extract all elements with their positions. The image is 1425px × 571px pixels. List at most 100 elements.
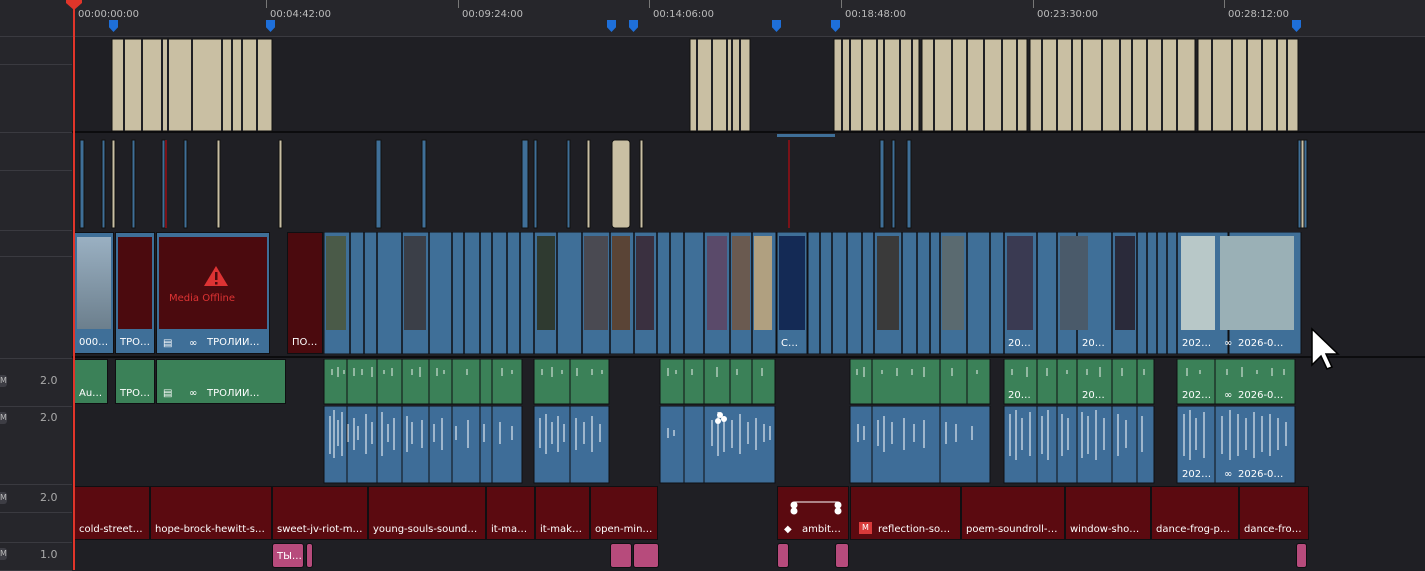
music-clip[interactable]: sweet-jv-riot-m… xyxy=(272,486,368,540)
clip-label: hope-brock-hewitt-s… xyxy=(155,524,265,535)
mute-button[interactable]: M xyxy=(0,375,7,387)
clip-label: sweet-jv-riot-m… xyxy=(277,524,363,535)
track-header-row xyxy=(0,134,72,171)
clip-label: window-sho… xyxy=(1070,524,1140,535)
music-clip[interactable]: young-souls-sound… xyxy=(368,486,486,540)
clip-label: cold-street… xyxy=(79,524,143,535)
music-clip[interactable]: hope-brock-hewitt-s… xyxy=(150,486,272,540)
track-level: 2.0 xyxy=(40,411,58,424)
sfx-clip[interactable] xyxy=(1296,543,1307,568)
clip-label: 202… xyxy=(1182,469,1212,480)
clip-label: dance-frog-p… xyxy=(1156,524,1230,535)
track-header-row xyxy=(0,360,72,407)
music-clip[interactable]: it-ma… xyxy=(486,486,535,540)
clip-label: 2026-0… xyxy=(1238,469,1284,480)
clip-label: 20… xyxy=(1008,390,1031,401)
clip-label: reflection-so… xyxy=(878,524,951,535)
track-header-row xyxy=(0,484,72,513)
timecode-label: 00:23:30:00 xyxy=(1037,9,1099,20)
timeline-marker[interactable] xyxy=(109,20,118,32)
track-header-row xyxy=(0,36,72,65)
music-clip[interactable]: poem-soundroll-… xyxy=(961,486,1065,540)
music-clip[interactable]: open-min… xyxy=(590,486,658,540)
clip-label: dance-fro… xyxy=(1244,524,1302,535)
clip-label: ambit… xyxy=(802,524,841,535)
track-separator xyxy=(72,356,1425,358)
mute-button[interactable]: M xyxy=(0,412,7,424)
timeline-marker[interactable] xyxy=(772,20,781,32)
link-icon: ∞ xyxy=(1224,390,1233,401)
music-clip[interactable]: dance-fro… xyxy=(1239,486,1309,540)
track-separator xyxy=(72,131,1425,133)
clip-label: it-mak… xyxy=(540,524,582,535)
music-clip[interactable]: window-sho… xyxy=(1065,486,1151,540)
timeline-marker[interactable] xyxy=(1292,20,1301,32)
title-track xyxy=(72,37,1425,131)
ruler-tick xyxy=(1224,0,1225,8)
video-track: 000… ТРО… Media Offline ▤ ∞ ТРОЛИИ… ПО… xyxy=(72,232,1425,354)
timecode-ruler[interactable]: 00:00:00:00 00:04:42:00 00:09:24:00 00:1… xyxy=(72,0,1425,37)
sfx-clip[interactable] xyxy=(306,543,313,568)
clip-label: 2026-0… xyxy=(1238,390,1284,401)
mute-button[interactable]: M xyxy=(0,548,7,560)
track-header-row xyxy=(0,512,72,543)
audio-track-1: Au… ТРО… ▤ ∞ ТРОЛИИ… 20… 20… 202… ∞ 2026… xyxy=(72,359,1425,405)
timecode-label: 00:14:06:00 xyxy=(653,9,715,20)
ruler-tick xyxy=(266,0,267,8)
green-audio-strip[interactable] xyxy=(72,359,1425,405)
mouse-cursor-icon xyxy=(1311,327,1340,370)
timeline-marker[interactable] xyxy=(831,20,840,32)
sfx-clip[interactable] xyxy=(610,543,632,568)
sfx-clip[interactable] xyxy=(633,543,659,568)
playhead[interactable] xyxy=(73,0,75,570)
timecode-label: 00:28:12:00 xyxy=(1228,9,1290,20)
timecode-label: 00:18:48:00 xyxy=(845,9,907,20)
timecode-label: 00:00:00:00 xyxy=(78,9,140,20)
timecode-label: 00:09:24:00 xyxy=(462,9,524,20)
audio-effect-icon: ◆ xyxy=(784,524,792,535)
track-header-row xyxy=(0,0,72,37)
clip-label: С… xyxy=(781,338,798,349)
link-icon: ∞ xyxy=(1224,338,1233,349)
mute-button[interactable]: M xyxy=(0,492,7,504)
music-clip[interactable]: ◆ ambit… xyxy=(777,486,849,540)
clip-label: open-min… xyxy=(595,524,653,535)
video-clip-strip[interactable] xyxy=(72,232,1425,354)
sfx-clip[interactable]: ТЫ… xyxy=(272,543,304,568)
link-icon: ∞ xyxy=(1224,469,1233,480)
track-header-row xyxy=(0,170,72,231)
thin-clips-track xyxy=(72,134,1425,230)
clip-label: 2026-0… xyxy=(1238,338,1284,349)
track-level: 2.0 xyxy=(40,374,58,387)
keyframe-line[interactable] xyxy=(778,487,849,517)
track-header-row xyxy=(0,230,72,257)
music-clip[interactable]: cold-street… xyxy=(74,486,150,540)
clip-label: poem-soundroll-… xyxy=(966,524,1058,535)
title-strips[interactable] xyxy=(72,37,1425,131)
music-track: cold-street… hope-brock-hewitt-s… sweet-… xyxy=(72,486,1425,540)
clip-label: 202… xyxy=(1182,338,1212,349)
music-clip[interactable]: M reflection-so… xyxy=(850,486,961,540)
track-level: 2.0 xyxy=(40,491,58,504)
blue-audio-strip[interactable] xyxy=(72,406,1425,484)
sfx-track: ТЫ… xyxy=(72,543,1425,570)
ruler-tick xyxy=(458,0,459,8)
ruler-tick xyxy=(649,0,650,8)
timeline-marker[interactable] xyxy=(607,20,616,32)
music-clip[interactable]: it-mak… xyxy=(535,486,590,540)
clip-label: 202… xyxy=(1182,390,1212,401)
track-header-row xyxy=(0,64,72,133)
sfx-clip[interactable] xyxy=(835,543,849,568)
track-level: 1.0 xyxy=(40,548,58,561)
timeline-marker[interactable] xyxy=(629,20,638,32)
m-badge: M xyxy=(859,522,872,534)
track-header-column: M 2.0 M 2.0 M 2.0 M 1.0 xyxy=(0,0,72,571)
clip-label: it-ma… xyxy=(491,524,528,535)
sfx-clip[interactable] xyxy=(777,543,789,568)
clip-label: ТЫ… xyxy=(277,551,302,562)
music-clip[interactable]: dance-frog-p… xyxy=(1151,486,1239,540)
clip-label: 20… xyxy=(1082,390,1105,401)
timeline-marker[interactable] xyxy=(266,20,275,32)
thin-clips[interactable] xyxy=(72,134,1425,230)
audio-track-2: 202… ∞ 2026-0… xyxy=(72,406,1425,484)
